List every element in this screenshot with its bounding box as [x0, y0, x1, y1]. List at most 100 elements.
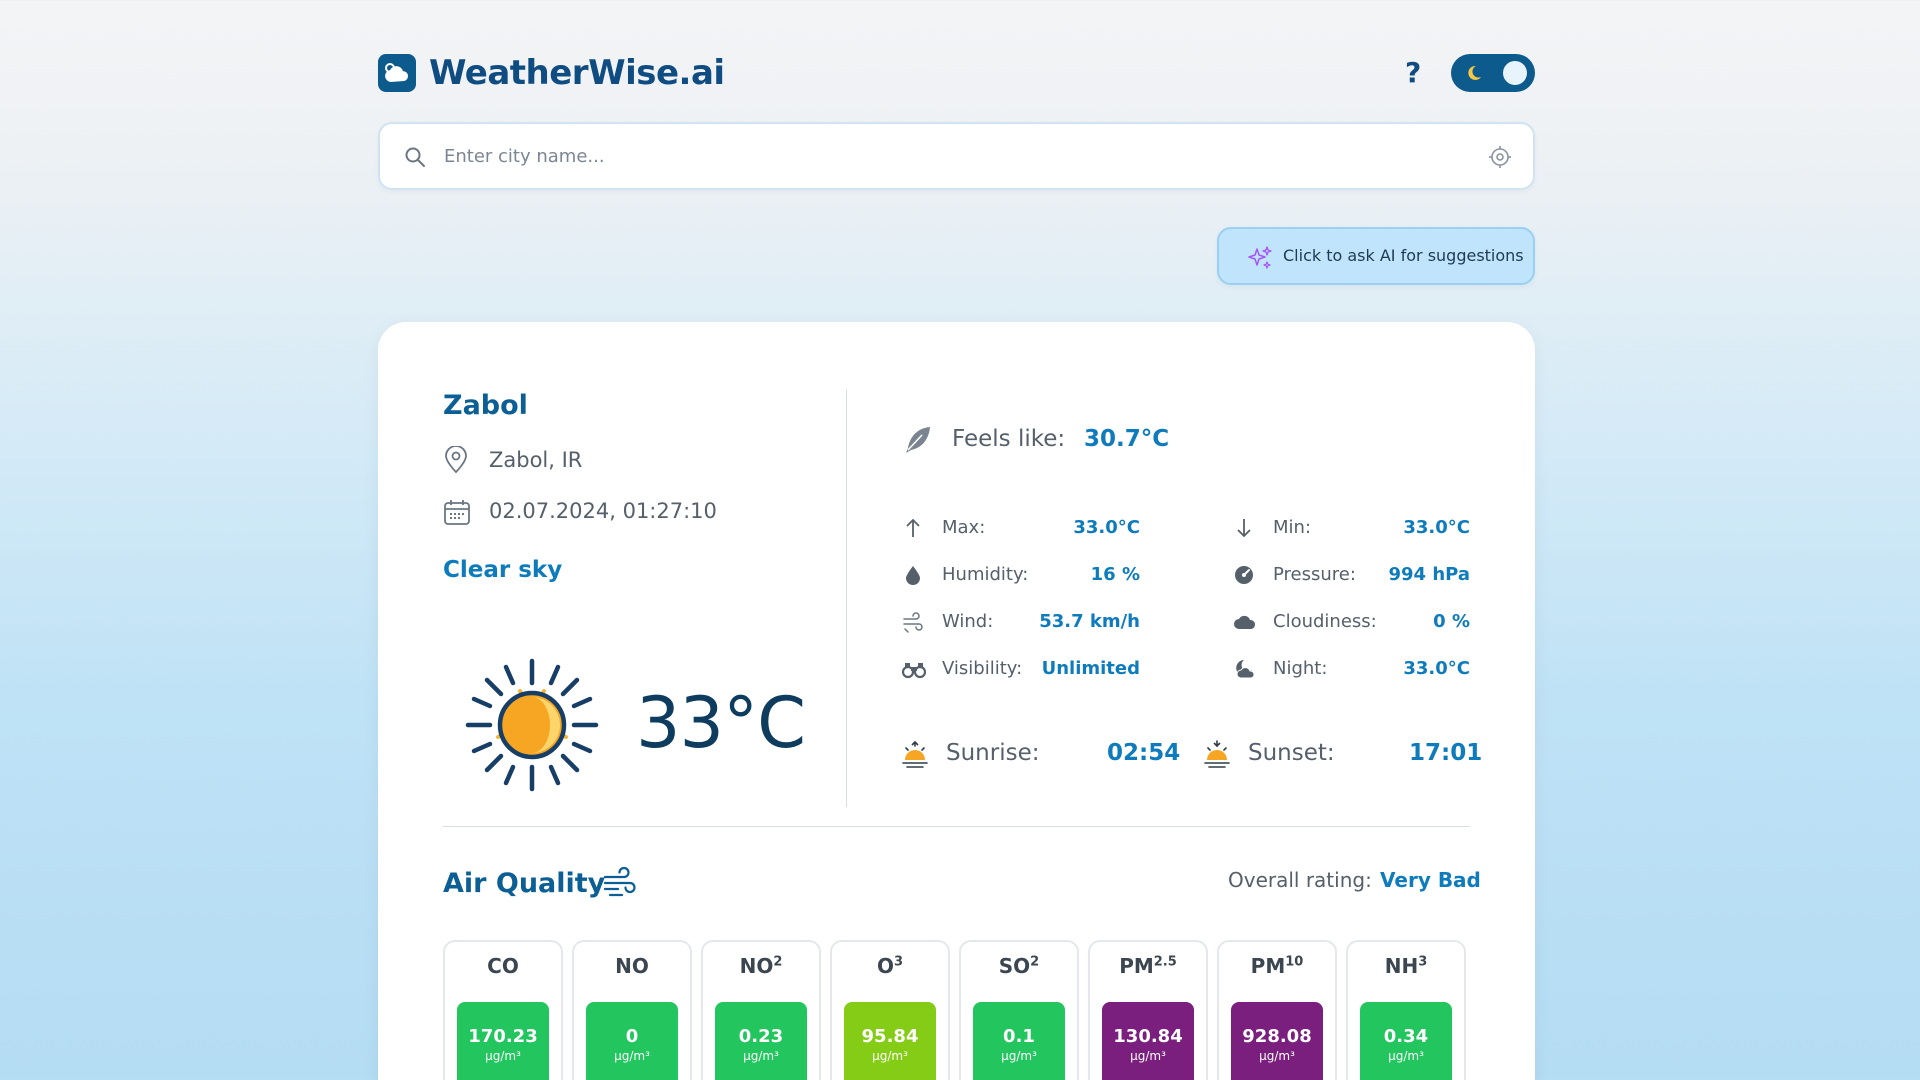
- sunset-icon: [1203, 740, 1231, 774]
- pollutant-o3: O3 95.84 μg/m³: [830, 940, 950, 1080]
- ask-ai-button[interactable]: Click to ask AI for suggestions: [1217, 227, 1535, 285]
- pollutant-co: CO 170.23 μg/m³: [443, 940, 563, 1080]
- stat-humidity-label: Humidity:: [942, 564, 1029, 585]
- dark-mode-toggle[interactable]: [1451, 54, 1535, 92]
- city-search-input[interactable]: [444, 138, 1444, 174]
- header: WeatherWise.ai ?: [378, 54, 1535, 94]
- pollutant-value-box: 170.23 μg/m³: [457, 1002, 549, 1080]
- stat-visibility-label: Visibility:: [942, 658, 1023, 679]
- pollutant-so2: SO2 0.1 μg/m³: [959, 940, 1079, 1080]
- pollutant-pm10: PM10 928.08 μg/m³: [1217, 940, 1337, 1080]
- sparkles-icon: [1248, 246, 1272, 269]
- stat-night: Night: 33.0°C: [1233, 656, 1470, 682]
- pollutant-nh3: NH3 0.34 μg/m³: [1346, 940, 1466, 1080]
- sunset-label: Sunset:: [1248, 740, 1335, 766]
- stat-max-value: 33.0°C: [1073, 517, 1140, 538]
- stat-pressure-label: Pressure:: [1273, 564, 1356, 585]
- pollutant-name: CO: [487, 954, 519, 978]
- sunset-value: 17:01: [1409, 740, 1483, 766]
- search-icon: [404, 146, 426, 172]
- help-button[interactable]: ?: [1405, 56, 1421, 90]
- pollutant-value: 0: [625, 1026, 639, 1047]
- stat-cloudiness-value: 0 %: [1433, 611, 1470, 632]
- stat-pressure-value: 994 hPa: [1388, 564, 1470, 585]
- stat-night-label: Night:: [1273, 658, 1328, 679]
- pollutant-unit: μg/m³: [1001, 1049, 1037, 1063]
- stat-min-label: Min:: [1273, 517, 1312, 538]
- wind-icon: [902, 611, 924, 637]
- vertical-divider: [846, 389, 847, 807]
- pollutant-pm25: PM2.5 130.84 μg/m³: [1088, 940, 1208, 1080]
- pollutant-value-box: 0.1 μg/m³: [973, 1002, 1065, 1080]
- pollutant-unit: μg/m³: [872, 1049, 908, 1063]
- stat-wind-value: 53.7 km/h: [1039, 611, 1140, 632]
- stat-cloudiness: Cloudiness: 0 %: [1233, 609, 1470, 635]
- ask-ai-label: Click to ask AI for suggestions: [1283, 246, 1524, 265]
- datetime-text: 02.07.2024, 01:27:10: [489, 499, 717, 523]
- pollutant-unit: μg/m³: [743, 1049, 779, 1063]
- pollutant-value-box: 0.34 μg/m³: [1360, 1002, 1452, 1080]
- cloud-icon: [1233, 611, 1257, 637]
- stat-wind: Wind: 53.7 km/h: [902, 609, 1140, 635]
- feather-icon: [902, 424, 934, 460]
- stat-pressure: Pressure: 994 hPa: [1233, 562, 1470, 588]
- feels-like-label: Feels like:: [952, 426, 1066, 452]
- sun-icon: [464, 657, 600, 797]
- cloud-logo-icon: [378, 54, 416, 92]
- pollutant-name: SO2: [998, 954, 1040, 978]
- air-quality-title: Air Quality: [443, 868, 606, 899]
- pollutant-name: NH3: [1384, 954, 1428, 978]
- city-title: Zabol: [443, 390, 528, 421]
- sunrise-icon: [901, 740, 929, 774]
- gauge-icon: [1233, 564, 1255, 590]
- stat-wind-label: Wind:: [942, 611, 994, 632]
- weather-card: Zabol Zabol, IR 02.07.2024, 01:27:10 Cle…: [378, 322, 1535, 1080]
- pollutant-unit: μg/m³: [485, 1049, 521, 1063]
- pollutant-value-box: 0.23 μg/m³: [715, 1002, 807, 1080]
- stat-min: Min: 33.0°C: [1233, 515, 1470, 541]
- stat-humidity: Humidity: 16 %: [902, 562, 1140, 588]
- locate-icon[interactable]: [1489, 146, 1511, 172]
- stat-min-value: 33.0°C: [1403, 517, 1470, 538]
- search-bar: [378, 122, 1535, 190]
- moon-cloud-icon: [1233, 658, 1257, 684]
- overall-rating-label: Overall rating:: [1228, 868, 1372, 892]
- pollutant-unit: μg/m³: [1388, 1049, 1424, 1063]
- pollutant-unit: μg/m³: [1259, 1049, 1295, 1063]
- stat-max-label: Max:: [942, 517, 986, 538]
- stat-visibility-value: Unlimited: [1041, 658, 1140, 679]
- stat-night-value: 33.0°C: [1403, 658, 1470, 679]
- droplet-icon: [902, 564, 924, 590]
- location-text: Zabol, IR: [489, 448, 583, 472]
- pollutant-name: PM2.5: [1119, 954, 1177, 978]
- pollutant-name: PM10: [1250, 954, 1304, 978]
- pollutant-value-box: 0 μg/m³: [586, 1002, 678, 1080]
- arrow-down-icon: [1233, 517, 1255, 543]
- pollutant-name: NO: [615, 954, 649, 978]
- pollutant-name: NO2: [739, 954, 783, 978]
- overall-rating-value: Very Bad: [1380, 868, 1481, 892]
- pollutant-value: 0.34: [1383, 1026, 1429, 1047]
- stat-visibility: Visibility: Unlimited: [901, 656, 1140, 684]
- location-pin-icon: [443, 445, 469, 478]
- pollutant-value-box: 130.84 μg/m³: [1102, 1002, 1194, 1080]
- app-logo-text[interactable]: WeatherWise.ai: [429, 54, 725, 92]
- arrow-up-icon: [902, 517, 924, 543]
- binoculars-icon: [901, 658, 927, 684]
- toggle-knob: [1503, 61, 1527, 85]
- pollutant-value: 170.23: [468, 1026, 538, 1047]
- sunrise-label: Sunrise:: [946, 740, 1040, 766]
- stat-humidity-value: 16 %: [1090, 564, 1140, 585]
- pollutant-value: 0.23: [738, 1026, 784, 1047]
- calendar-icon: [443, 498, 471, 530]
- pollutant-value: 95.84: [861, 1026, 919, 1047]
- pollutant-value: 928.08: [1242, 1026, 1312, 1047]
- pollutant-no2: NO2 0.23 μg/m³: [701, 940, 821, 1080]
- sunrise-value: 02:54: [1107, 740, 1181, 766]
- stat-max: Max: 33.0°C: [902, 515, 1140, 541]
- pollutant-value-box: 95.84 μg/m³: [844, 1002, 936, 1080]
- current-temperature: 33°C: [636, 682, 806, 764]
- moon-icon: [1463, 63, 1483, 87]
- feels-like-value: 30.7°C: [1084, 426, 1170, 452]
- weather-description: Clear sky: [443, 557, 563, 583]
